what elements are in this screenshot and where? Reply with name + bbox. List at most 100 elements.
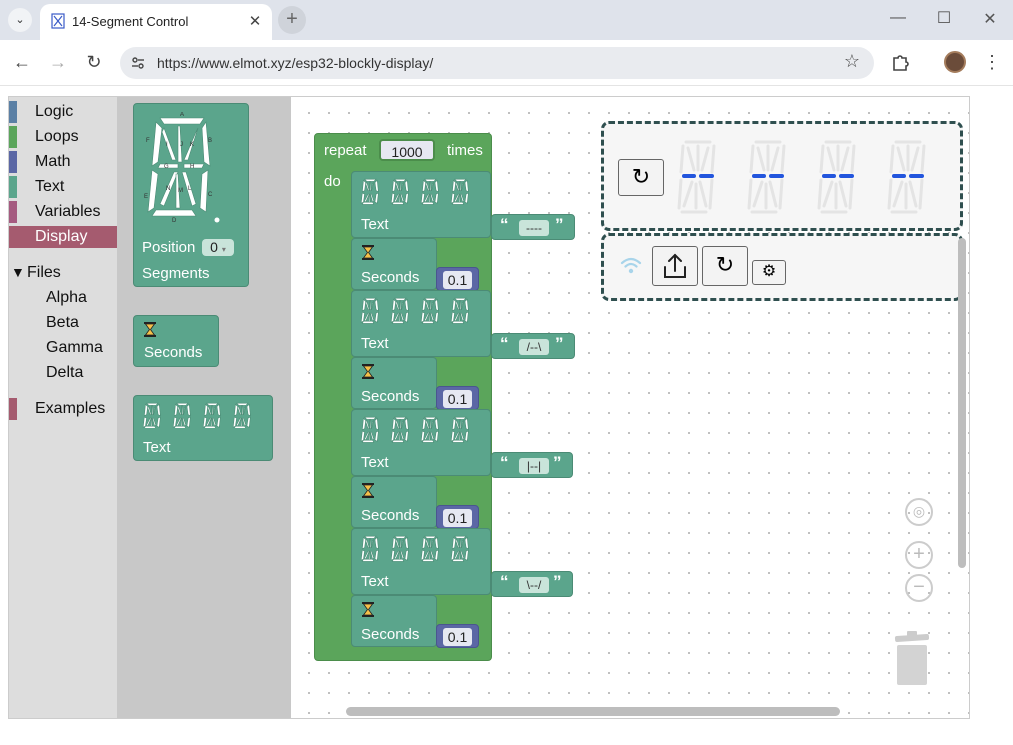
times-label: times [447, 142, 483, 159]
toolbox-category-logic[interactable]: Logic [9, 101, 117, 123]
toolbox-category-examples[interactable]: Examples [9, 398, 117, 420]
four-digit-display-icon [360, 178, 469, 205]
upload-button[interactable] [652, 246, 698, 286]
browser-tab[interactable]: 14-Segment Control ✕ [40, 4, 272, 40]
restart-button[interactable]: ↻ [702, 246, 748, 286]
browser-menu-icon[interactable]: ⋮ [983, 52, 1001, 73]
toolbox-category-text[interactable]: Text [9, 176, 117, 198]
blockly-page: Logic Loops Math Text Variables Display … [8, 96, 970, 719]
wait-seconds-block[interactable]: Seconds [351, 595, 437, 647]
flyout-segments-block[interactable]: ABCDEFIJKGHNML Position 0 ▾ Segments [133, 103, 249, 287]
tab-title: 14-Segment Control [72, 14, 189, 29]
toolbox-file-beta[interactable]: Beta [9, 312, 117, 334]
toolbox-file-delta[interactable]: Delta [9, 362, 117, 384]
text-label: Text [361, 454, 389, 471]
site-settings-icon[interactable] [130, 55, 146, 71]
browser-toolbar: ← → ↻ https://www.elmot.xyz/esp32-blockl… [0, 40, 1013, 86]
vertical-scrollbar[interactable] [958, 238, 966, 568]
upload-icon [664, 253, 686, 278]
profile-avatar[interactable] [944, 51, 966, 73]
toolbox-file-gamma[interactable]: Gamma [9, 337, 117, 359]
flyout-seconds-block[interactable]: Seconds [133, 315, 219, 367]
seconds-number-block[interactable]: 0.1 [436, 505, 479, 529]
new-tab-button[interactable]: + [278, 6, 306, 34]
wait-seconds-block[interactable]: Seconds [351, 357, 437, 409]
text-label: Text [361, 216, 389, 233]
category-label: Examples [35, 400, 106, 417]
seconds-number-block[interactable]: 0.1 [436, 267, 479, 291]
tab-close-icon[interactable]: ✕ [246, 12, 264, 30]
wait-seconds-block[interactable]: Seconds [351, 238, 437, 290]
text-display-block[interactable]: Text [351, 528, 491, 595]
repeat-count-input[interactable]: 1000 [379, 139, 435, 161]
gear-icon: ⚙ [761, 263, 777, 280]
category-label: Files [27, 264, 61, 281]
back-icon[interactable]: ← [10, 52, 34, 73]
browser-tab-strip: ⌄ 14-Segment Control ✕ + — ☐ ✕ [0, 0, 1013, 40]
text-label: Text [143, 439, 171, 456]
settings-button[interactable]: ⚙ [752, 260, 786, 285]
seconds-number-block[interactable]: 0.1 [436, 386, 479, 410]
string-value-block[interactable]: “ |--|” [491, 452, 573, 478]
category-label: Logic [35, 103, 74, 120]
seconds-number-block[interactable]: 0.1 [436, 624, 479, 648]
string-value-block[interactable]: “ \--/” [491, 571, 573, 597]
maximize-icon[interactable]: ☐ [932, 8, 956, 28]
segment-favicon-icon [51, 13, 65, 29]
svg-text:H: H [190, 164, 194, 170]
string-value-block[interactable]: “ /--\ ” [491, 333, 575, 359]
string-value-block[interactable]: “ ---- ” [491, 214, 575, 240]
toolbox-category-math[interactable]: Math [9, 151, 117, 173]
toolbox-file-alpha[interactable]: Alpha [9, 287, 117, 309]
string-value: |--| [519, 458, 549, 474]
url-text: https://www.elmot.xyz/esp32-blockly-disp… [157, 55, 434, 71]
toolbox-category-variables[interactable]: Variables [9, 201, 117, 223]
position-dropdown[interactable]: 0 ▾ [202, 239, 234, 256]
open-quote-icon: “ [500, 572, 509, 591]
text-display-block[interactable]: Text [351, 409, 491, 476]
file-label: Alpha [46, 289, 87, 306]
recenter-icon[interactable]: ◎ [905, 498, 933, 526]
four-digit-display-icon [360, 535, 469, 562]
zoom-out-icon[interactable]: − [905, 574, 933, 602]
display-preview-panel: ↻ [601, 121, 963, 231]
toolbox-category-files[interactable]: ▼ Files [9, 262, 117, 284]
flyout-text-block[interactable]: Text [133, 395, 273, 461]
string-value: /--\ [519, 339, 549, 355]
svg-text:B: B [208, 138, 212, 144]
seconds-value: 0.1 [443, 271, 472, 289]
toolbox-category-loops[interactable]: Loops [9, 126, 117, 148]
svg-text:F: F [146, 138, 150, 144]
forward-icon[interactable]: → [46, 52, 70, 73]
seconds-label: Seconds [361, 507, 420, 524]
tab-search-chevron-icon[interactable]: ⌄ [8, 8, 32, 32]
open-quote-icon: “ [500, 215, 509, 234]
trash-icon[interactable] [893, 631, 931, 687]
zoom-in-icon[interactable]: + [905, 541, 933, 569]
bookmark-star-icon[interactable]: ☆ [844, 51, 860, 72]
text-label: Text [361, 335, 389, 352]
device-control-panel: ↻ ⚙ [601, 233, 963, 301]
wait-seconds-block[interactable]: Seconds [351, 476, 437, 528]
reload-icon[interactable]: ↻ [82, 52, 106, 73]
seconds-label: Seconds [361, 388, 420, 405]
reset-icon: ↻ [631, 164, 651, 189]
extensions-icon[interactable] [890, 51, 912, 73]
seconds-value: 0.1 [443, 390, 472, 408]
svg-text:N: N [166, 186, 170, 192]
expand-arrow-icon: ▼ [11, 264, 25, 280]
text-display-block[interactable]: Text [351, 171, 491, 238]
toolbox-category-display[interactable]: Display [9, 226, 117, 248]
svg-text:A: A [180, 112, 184, 118]
text-display-block[interactable]: Text [351, 290, 491, 357]
reset-display-button[interactable]: ↻ [618, 159, 664, 196]
string-value: ---- [519, 220, 549, 236]
repeat-label: repeat [324, 142, 367, 159]
address-bar[interactable]: https://www.elmot.xyz/esp32-blockly-disp… [120, 47, 874, 79]
horizontal-scrollbar[interactable] [346, 707, 840, 716]
flyout: ABCDEFIJKGHNML Position 0 ▾ Segments Sec… [117, 97, 291, 718]
segments-label: Segments [142, 265, 210, 282]
category-label: Math [35, 153, 71, 170]
minimize-icon[interactable]: — [886, 9, 910, 27]
close-window-icon[interactable]: ✕ [978, 9, 1002, 29]
